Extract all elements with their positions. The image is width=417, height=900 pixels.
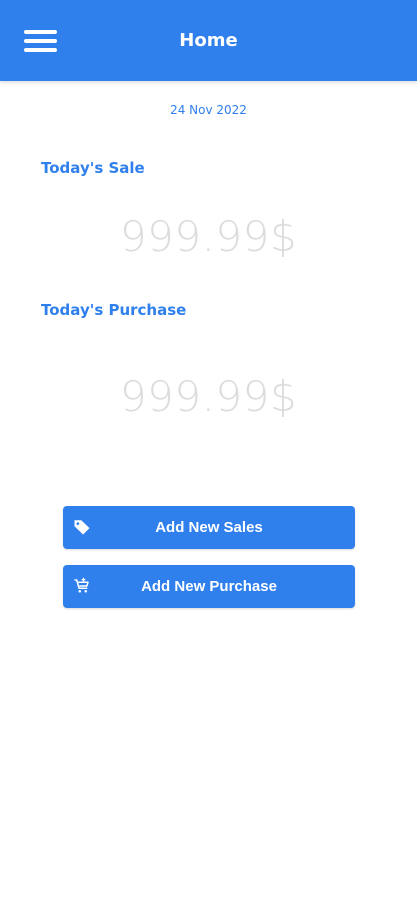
todays-sale-label: Today's Sale xyxy=(41,159,145,177)
add-new-purchase-label: Add New Purchase xyxy=(141,578,277,595)
add-new-sales-label: Add New Sales xyxy=(155,519,263,536)
todays-sale-amount: 999.99$ xyxy=(119,212,298,261)
add-new-purchase-button[interactable]: Add New Purchase xyxy=(63,565,355,608)
page-title: Home xyxy=(179,30,238,51)
app-bar: Home xyxy=(0,0,417,81)
todays-purchase-label: Today's Purchase xyxy=(41,301,187,319)
todays-purchase-amount: 999.99$ xyxy=(119,372,298,421)
add-new-sales-button[interactable]: Add New Sales xyxy=(63,506,355,549)
current-date: 24 Nov 2022 xyxy=(170,103,247,117)
